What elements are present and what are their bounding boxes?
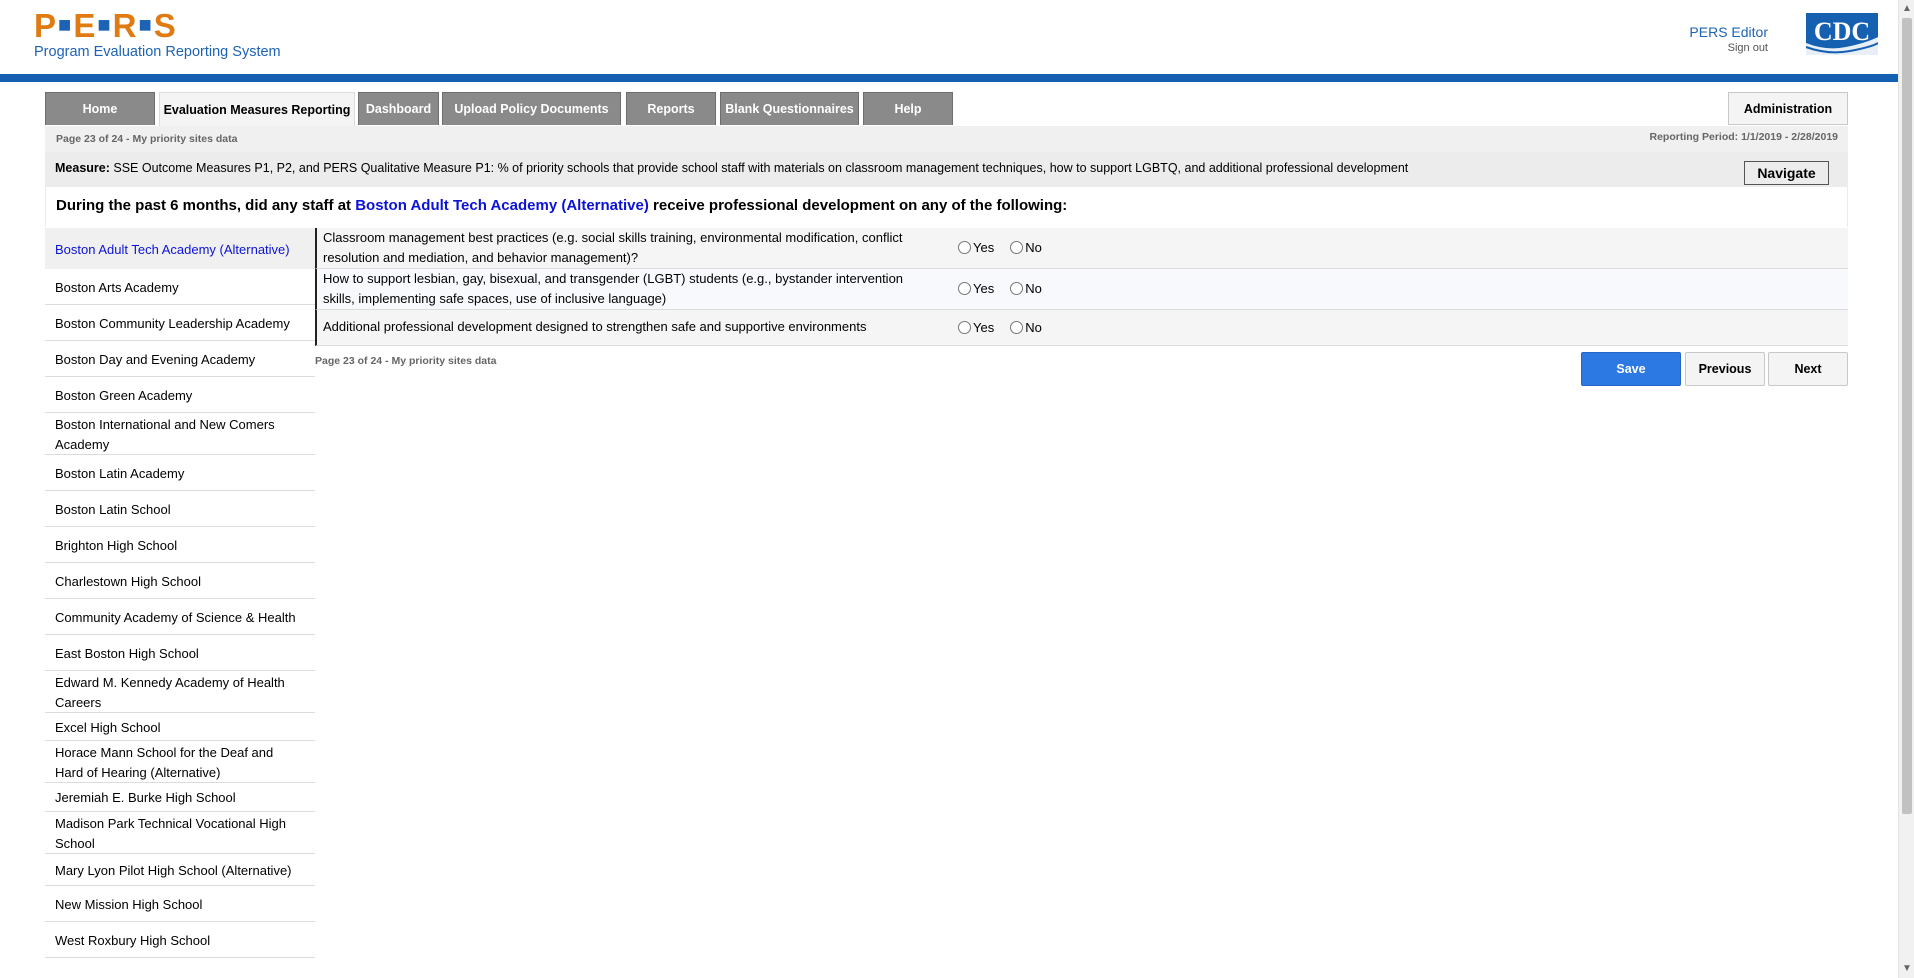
administration-button[interactable]: Administration	[1728, 92, 1848, 125]
page-scrollbar[interactable]: ▲ ▼	[1898, 0, 1914, 978]
school-list-item[interactable]: Boston Adult Tech Academy (Alternative)	[45, 228, 315, 269]
school-list-item[interactable]: Boston Day and Evening Academy	[45, 341, 315, 377]
panel-info-bar: Page 23 of 24 - My priority sites data R…	[45, 126, 1848, 152]
yes-option[interactable]: Yes	[958, 320, 994, 335]
school-list-item[interactable]: Boston Latin School	[45, 491, 315, 527]
school-list-item[interactable]: Mary Lyon Pilot High School (Alternative…	[45, 854, 315, 886]
radio-button[interactable]	[1010, 282, 1024, 295]
next-button[interactable]: Next	[1768, 352, 1848, 386]
school-list-item[interactable]: Boston Community Leadership Academy	[45, 305, 315, 341]
yes-no-options: Yes No	[958, 240, 1042, 255]
pers-logo[interactable]: P■E■R■S Program Evaluation Reporting Sys…	[34, 7, 281, 61]
navigate-button[interactable]: Navigate	[1744, 161, 1829, 185]
yes-option[interactable]: Yes	[958, 281, 994, 296]
yes-option[interactable]: Yes	[958, 240, 994, 255]
tab-reports[interactable]: Reports	[626, 92, 716, 125]
save-button[interactable]: Save	[1581, 352, 1681, 386]
school-list-item[interactable]: Boston Latin Academy	[45, 455, 315, 491]
school-list-item[interactable]: East Boston High School	[45, 635, 315, 671]
tab-help[interactable]: Help	[863, 92, 953, 125]
tab-dashboard[interactable]: Dashboard	[358, 92, 439, 125]
radio-button[interactable]	[958, 321, 971, 334]
measure-description: Measure: SSE Outcome Measures P1, P2, an…	[55, 161, 1409, 175]
question-item-row: How to support lesbian, gay, bisexual, a…	[315, 269, 1848, 310]
previous-button[interactable]: Previous	[1685, 352, 1765, 386]
school-list-item[interactable]: Jeremiah E. Burke High School	[45, 783, 315, 812]
school-list-item[interactable]: Excel High School	[45, 713, 315, 741]
question-item-text: How to support lesbian, gay, bisexual, a…	[323, 271, 904, 306]
tab-home[interactable]: Home	[45, 92, 155, 125]
no-option[interactable]: No	[1010, 320, 1042, 335]
scroll-up-arrow-icon[interactable]: ▲	[1901, 2, 1913, 16]
selected-school-name: Boston Adult Tech Academy (Alternative)	[355, 197, 649, 214]
tab-blank-questionnaires[interactable]: Blank Questionnaires	[720, 92, 859, 125]
school-list-item[interactable]: New Mission High School	[45, 886, 315, 922]
school-list-item[interactable]: West Roxbury High School	[45, 922, 315, 958]
question-heading: During the past 6 months, did any staff …	[56, 197, 1068, 214]
reporting-period: Reporting Period: 1/1/2019 - 2/28/2019	[1649, 131, 1839, 143]
school-list-item[interactable]: Madison Park Technical Vocational High S…	[45, 812, 315, 854]
school-list-item[interactable]: Boston International and New Comers Acad…	[45, 413, 315, 455]
yes-no-options: Yes No	[958, 320, 1042, 335]
question-item-text: Additional professional development desi…	[323, 319, 867, 334]
yes-no-options: Yes No	[958, 281, 1042, 296]
radio-button[interactable]	[958, 241, 971, 254]
user-name[interactable]: PERS Editor	[1689, 24, 1768, 40]
radio-button[interactable]	[958, 282, 971, 295]
scroll-down-arrow-icon[interactable]: ▼	[1901, 962, 1913, 976]
logo-letters: P■E■R■S	[34, 7, 177, 44]
svg-text:CDC: CDC	[1814, 17, 1870, 46]
measure-bar: Measure: SSE Outcome Measures P1, P2, an…	[45, 152, 1848, 187]
school-list-item[interactable]: Boston Green Academy	[45, 377, 315, 413]
user-box: PERS Editor Sign out	[1689, 24, 1768, 54]
question-heading-row: During the past 6 months, did any staff …	[45, 187, 1848, 227]
question-item-row: Classroom management best practices (e.g…	[315, 228, 1848, 269]
page-info: Page 23 of 24 - My priority sites data	[56, 133, 238, 145]
school-list-item[interactable]: Horace Mann School for the Deaf and Hard…	[45, 741, 315, 783]
app-header: P■E■R■S Program Evaluation Reporting Sys…	[0, 0, 1898, 72]
school-list-item[interactable]: Edward M. Kennedy Academy of Health Care…	[45, 671, 315, 713]
no-option[interactable]: No	[1010, 281, 1042, 296]
question-item-text: Classroom management best practices (e.g…	[323, 230, 903, 265]
tab-evaluation-measures-reporting[interactable]: Evaluation Measures Reporting	[159, 92, 355, 126]
question-item-row: Additional professional development desi…	[315, 310, 1848, 346]
header-divider-bar	[0, 74, 1898, 82]
no-option[interactable]: No	[1010, 240, 1042, 255]
school-list-item[interactable]: Charlestown High School	[45, 563, 315, 599]
logo-subtitle: Program Evaluation Reporting System	[34, 44, 281, 60]
school-list-item[interactable]: Brighton High School	[45, 527, 315, 563]
radio-button[interactable]	[1010, 321, 1024, 334]
scroll-thumb[interactable]	[1902, 18, 1912, 814]
cdc-logo: CDC	[1806, 13, 1878, 55]
tab-upload-policy-documents[interactable]: Upload Policy Documents	[442, 92, 621, 125]
sign-out-link[interactable]: Sign out	[1689, 42, 1768, 54]
radio-button[interactable]	[1010, 241, 1024, 254]
school-list-item[interactable]: Community Academy of Science & Health	[45, 599, 315, 635]
school-list-item[interactable]: Boston Arts Academy	[45, 269, 315, 305]
page-info-bottom: Page 23 of 24 - My priority sites data	[315, 355, 497, 367]
